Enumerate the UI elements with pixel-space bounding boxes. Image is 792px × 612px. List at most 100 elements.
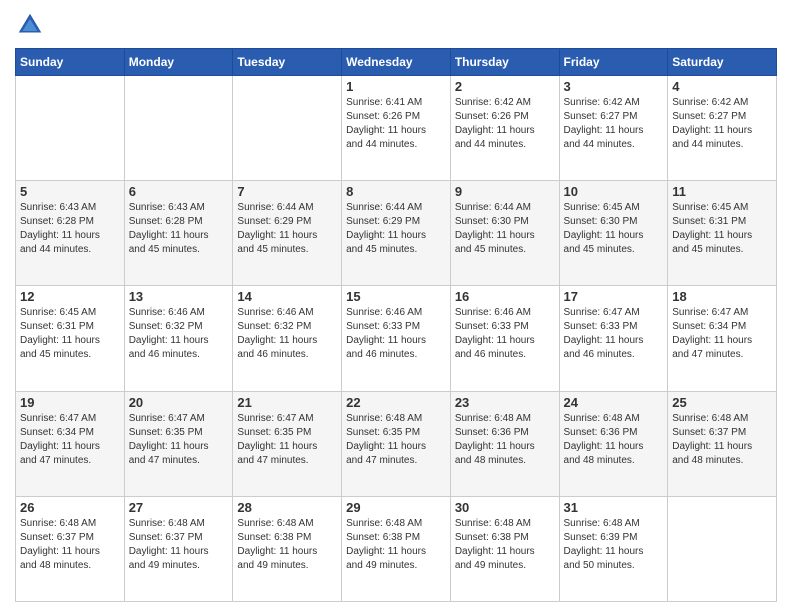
- day-number: 15: [346, 289, 446, 304]
- day-cell-29: 29 Sunrise: 6:48 AMSunset: 6:38 PMDayligh…: [342, 496, 451, 601]
- day-info: Sunrise: 6:47 AMSunset: 6:34 PMDaylight:…: [672, 306, 772, 362]
- day-number: 31: [564, 500, 664, 515]
- day-number: 29: [346, 500, 446, 515]
- day-cell-3: 3 Sunrise: 6:42 AMSunset: 6:27 PMDaylight…: [559, 76, 668, 181]
- day-number: 7: [237, 184, 337, 199]
- day-cell-2: 2 Sunrise: 6:42 AMSunset: 6:26 PMDaylight…: [450, 76, 559, 181]
- day-cell-25: 25 Sunrise: 6:48 AMSunset: 6:37 PMDayligh…: [668, 391, 777, 496]
- calendar-header-row: SundayMondayTuesdayWednesdayThursdayFrid…: [16, 49, 777, 76]
- day-number: 10: [564, 184, 664, 199]
- day-info: Sunrise: 6:48 AMSunset: 6:39 PMDaylight:…: [564, 517, 664, 573]
- day-number: 25: [672, 395, 772, 410]
- calendar-table: SundayMondayTuesdayWednesdayThursdayFrid…: [15, 48, 777, 602]
- day-number: 20: [129, 395, 229, 410]
- header-day-tuesday: Tuesday: [233, 49, 342, 76]
- day-info: Sunrise: 6:48 AMSunset: 6:36 PMDaylight:…: [564, 412, 664, 468]
- day-info: Sunrise: 6:48 AMSunset: 6:37 PMDaylight:…: [672, 412, 772, 468]
- empty-cell: [16, 76, 125, 181]
- day-info: Sunrise: 6:46 AMSunset: 6:33 PMDaylight:…: [346, 306, 446, 362]
- header-day-wednesday: Wednesday: [342, 49, 451, 76]
- day-cell-10: 10 Sunrise: 6:45 AMSunset: 6:30 PMDayligh…: [559, 181, 668, 286]
- day-number: 23: [455, 395, 555, 410]
- day-cell-27: 27Sunrise: 6:48 AMSunset: 6:37 PMDayligh…: [124, 496, 233, 601]
- empty-cell: [124, 76, 233, 181]
- day-info: Sunrise: 6:47 AMSunset: 6:34 PMDaylight:…: [20, 412, 120, 468]
- day-info: Sunrise: 6:48 AMSunset: 6:37 PMDaylight:…: [20, 517, 120, 573]
- day-info: Sunrise: 6:48 AMSunset: 6:38 PMDaylight:…: [237, 517, 337, 573]
- day-cell-7: 7 Sunrise: 6:44 AMSunset: 6:29 PMDaylight…: [233, 181, 342, 286]
- day-number: 30: [455, 500, 555, 515]
- day-info: Sunrise: 6:42 AMSunset: 6:27 PMDaylight:…: [564, 96, 664, 152]
- day-info: Sunrise: 6:47 AMSunset: 6:35 PMDaylight:…: [129, 412, 229, 468]
- day-number: 18: [672, 289, 772, 304]
- day-info: Sunrise: 6:46 AMSunset: 6:32 PMDaylight:…: [237, 306, 337, 362]
- day-cell-5: 5 Sunrise: 6:43 AMSunset: 6:28 PMDaylight…: [16, 181, 125, 286]
- day-info: Sunrise: 6:45 AMSunset: 6:31 PMDaylight:…: [672, 201, 772, 257]
- day-number: 22: [346, 395, 446, 410]
- day-number: 24: [564, 395, 664, 410]
- day-cell-13: 13Sunrise: 6:46 AMSunset: 6:32 PMDayligh…: [124, 286, 233, 391]
- week-row-0: 1 Sunrise: 6:41 AMSunset: 6:26 PMDaylight…: [16, 76, 777, 181]
- day-info: Sunrise: 6:48 AMSunset: 6:38 PMDaylight:…: [455, 517, 555, 573]
- day-number: 27: [129, 500, 229, 515]
- day-cell-17: 17 Sunrise: 6:47 AMSunset: 6:33 PMDayligh…: [559, 286, 668, 391]
- day-number: 11: [672, 184, 772, 199]
- header-day-thursday: Thursday: [450, 49, 559, 76]
- day-cell-4: 4 Sunrise: 6:42 AMSunset: 6:27 PMDaylight…: [668, 76, 777, 181]
- day-number: 4: [672, 79, 772, 94]
- day-cell-6: 6 Sunrise: 6:43 AMSunset: 6:28 PMDaylight…: [124, 181, 233, 286]
- day-number: 8: [346, 184, 446, 199]
- logo: [15, 10, 49, 40]
- day-info: Sunrise: 6:45 AMSunset: 6:30 PMDaylight:…: [564, 201, 664, 257]
- day-info: Sunrise: 6:43 AMSunset: 6:28 PMDaylight:…: [129, 201, 229, 257]
- day-cell-19: 19 Sunrise: 6:47 AMSunset: 6:34 PMDayligh…: [16, 391, 125, 496]
- page: SundayMondayTuesdayWednesdayThursdayFrid…: [0, 0, 792, 612]
- day-info: Sunrise: 6:42 AMSunset: 6:26 PMDaylight:…: [455, 96, 555, 152]
- day-number: 13: [129, 289, 229, 304]
- day-info: Sunrise: 6:47 AMSunset: 6:33 PMDaylight:…: [564, 306, 664, 362]
- day-cell-18: 18 Sunrise: 6:47 AMSunset: 6:34 PMDayligh…: [668, 286, 777, 391]
- day-number: 19: [20, 395, 120, 410]
- day-cell-11: 11 Sunrise: 6:45 AMSunset: 6:31 PMDayligh…: [668, 181, 777, 286]
- week-row-2: 12 Sunrise: 6:45 AMSunset: 6:31 PMDayligh…: [16, 286, 777, 391]
- day-number: 14: [237, 289, 337, 304]
- day-cell-23: 23 Sunrise: 6:48 AMSunset: 6:36 PMDayligh…: [450, 391, 559, 496]
- day-info: Sunrise: 6:48 AMSunset: 6:36 PMDaylight:…: [455, 412, 555, 468]
- day-number: 1: [346, 79, 446, 94]
- day-cell-15: 15 Sunrise: 6:46 AMSunset: 6:33 PMDayligh…: [342, 286, 451, 391]
- day-cell-20: 20 Sunrise: 6:47 AMSunset: 6:35 PMDayligh…: [124, 391, 233, 496]
- week-row-4: 26 Sunrise: 6:48 AMSunset: 6:37 PMDayligh…: [16, 496, 777, 601]
- day-number: 26: [20, 500, 120, 515]
- day-cell-22: 22 Sunrise: 6:48 AMSunset: 6:35 PMDayligh…: [342, 391, 451, 496]
- week-row-3: 19 Sunrise: 6:47 AMSunset: 6:34 PMDayligh…: [16, 391, 777, 496]
- day-number: 28: [237, 500, 337, 515]
- empty-cell: [233, 76, 342, 181]
- day-info: Sunrise: 6:48 AMSunset: 6:38 PMDaylight:…: [346, 517, 446, 573]
- day-info: Sunrise: 6:41 AMSunset: 6:26 PMDaylight:…: [346, 96, 446, 152]
- day-number: 12: [20, 289, 120, 304]
- day-info: Sunrise: 6:43 AMSunset: 6:28 PMDaylight:…: [20, 201, 120, 257]
- day-number: 5: [20, 184, 120, 199]
- header-day-friday: Friday: [559, 49, 668, 76]
- day-cell-26: 26 Sunrise: 6:48 AMSunset: 6:37 PMDayligh…: [16, 496, 125, 601]
- day-number: 3: [564, 79, 664, 94]
- day-info: Sunrise: 6:48 AMSunset: 6:35 PMDaylight:…: [346, 412, 446, 468]
- day-number: 17: [564, 289, 664, 304]
- day-cell-24: 24 Sunrise: 6:48 AMSunset: 6:36 PMDayligh…: [559, 391, 668, 496]
- day-info: Sunrise: 6:45 AMSunset: 6:31 PMDaylight:…: [20, 306, 120, 362]
- header-day-sunday: Sunday: [16, 49, 125, 76]
- day-number: 9: [455, 184, 555, 199]
- day-number: 16: [455, 289, 555, 304]
- day-number: 2: [455, 79, 555, 94]
- day-cell-12: 12 Sunrise: 6:45 AMSunset: 6:31 PMDayligh…: [16, 286, 125, 391]
- day-cell-21: 21Sunrise: 6:47 AMSunset: 6:35 PMDayligh…: [233, 391, 342, 496]
- header: [15, 10, 777, 40]
- day-cell-1: 1 Sunrise: 6:41 AMSunset: 6:26 PMDaylight…: [342, 76, 451, 181]
- day-number: 6: [129, 184, 229, 199]
- logo-icon: [15, 10, 45, 40]
- day-info: Sunrise: 6:42 AMSunset: 6:27 PMDaylight:…: [672, 96, 772, 152]
- day-number: 21: [237, 395, 337, 410]
- header-day-monday: Monday: [124, 49, 233, 76]
- day-cell-14: 14 Sunrise: 6:46 AMSunset: 6:32 PMDayligh…: [233, 286, 342, 391]
- day-info: Sunrise: 6:44 AMSunset: 6:29 PMDaylight:…: [237, 201, 337, 257]
